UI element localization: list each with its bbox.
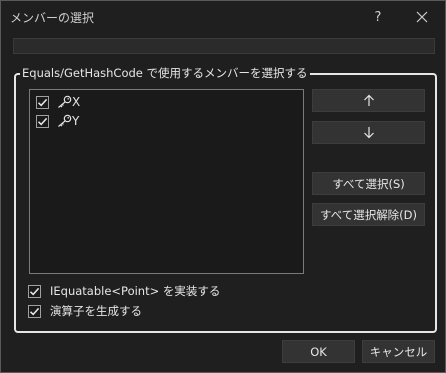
help-button[interactable]: ? [362, 5, 394, 29]
checkmark-icon [29, 307, 40, 316]
member-selection-dialog: メンバーの選択 ? Equals/GetHashCode で使用するメンバーを選… [0, 0, 446, 373]
implement-iequatable-option[interactable]: IEquatable<Point> を実装する [28, 283, 220, 299]
list-item[interactable]: Y [36, 112, 79, 130]
checkmark-icon [37, 117, 48, 126]
generate-operators-checkbox[interactable] [28, 304, 41, 318]
member-name: X [72, 95, 81, 109]
cancel-button[interactable]: キャンセル [362, 340, 435, 363]
generate-operators-option[interactable]: 演算子を生成する [28, 303, 142, 319]
move-down-button[interactable] [312, 121, 425, 144]
member-list[interactable]: X Y [29, 89, 304, 274]
dialog-title: メンバーの選択 [10, 11, 95, 25]
ok-button[interactable]: OK [282, 340, 355, 363]
arrow-up-icon [363, 94, 374, 106]
generate-operators-label: 演算子を生成する [50, 304, 142, 318]
key-icon [56, 95, 72, 109]
checkmark-icon [37, 98, 48, 107]
implement-iequatable-checkbox[interactable] [28, 284, 41, 298]
key-icon [56, 114, 72, 128]
help-icon: ? [374, 9, 382, 25]
member-name: Y [72, 114, 80, 128]
title-bar: メンバーの選択 ? [1, 1, 445, 33]
arrow-down-icon [363, 127, 374, 139]
select-all-button[interactable]: すべて選択(S) [312, 172, 425, 195]
list-item[interactable]: X [36, 93, 80, 111]
move-up-button[interactable] [312, 89, 425, 112]
checkmark-icon [29, 287, 40, 296]
close-icon [416, 11, 428, 23]
member-checkbox-y[interactable] [36, 114, 49, 128]
implement-iequatable-label: IEquatable<Point> を実装する [50, 284, 221, 298]
member-checkbox-x[interactable] [36, 95, 49, 109]
search-bar [13, 38, 435, 54]
deselect-all-button[interactable]: すべて選択解除(D) [312, 203, 425, 226]
group-label: Equals/GetHashCode で使用するメンバーを選択する [20, 65, 310, 81]
close-button[interactable] [406, 5, 438, 29]
